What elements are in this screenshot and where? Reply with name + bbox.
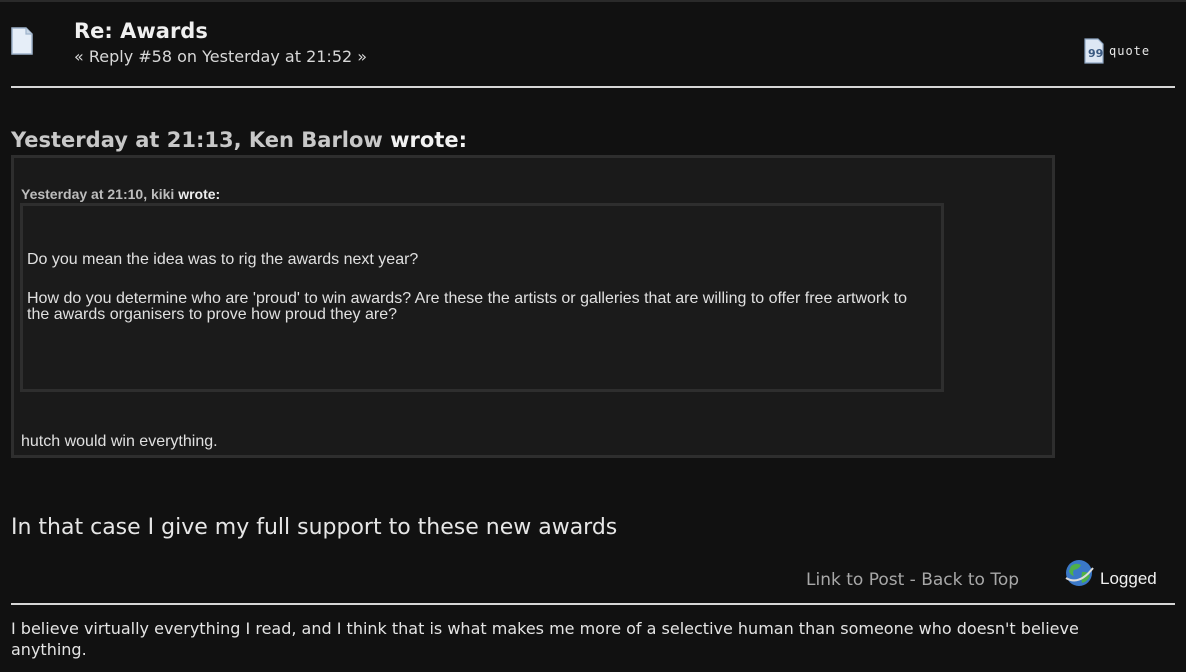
nested-quote-paragraph-1: Do you mean the idea was to rig the awar… [27,251,419,268]
quote-header: Yesterday at 21:13, Ken Barlow wrote: [11,128,467,152]
quote-label: quote [1109,44,1151,58]
nested-quote-block: Do you mean the idea was to rig the awar… [20,203,944,392]
link-to-post[interactable]: Link to Post [806,570,904,590]
quote-icon: 99 [1084,38,1104,64]
nested-quote-header: Yesterday at 21:10, kiki wrote: [21,186,220,202]
quote-block: Yesterday at 21:10, kiki wrote: Do you m… [11,155,1055,458]
nested-quote-paragraph-2: How do you determine who are 'proud' to … [27,290,908,323]
signature: I believe virtually everything I read, a… [11,619,1079,659]
reply-info: « Reply #58 on Yesterday at 21:52 » [74,47,368,66]
back-to-top-link[interactable]: Back to Top [921,570,1019,590]
signature-divider [11,603,1175,605]
globe-icon [1065,560,1094,586]
svg-text:99: 99 [1088,47,1103,60]
post-footer-links: Link to Post - Back to Top [806,570,1019,590]
logged-status: Logged [1062,556,1157,590]
post-document-icon [11,27,33,55]
logged-label: Logged [1100,569,1157,588]
quote-wrote: wrote: [390,128,468,152]
top-divider [0,0,1186,2]
nested-quote-wrote: wrote: [178,186,221,202]
quote-button[interactable]: 99 quote [1083,37,1150,65]
post-subject[interactable]: Re: Awards [74,19,208,43]
quote-text: hutch would win everything. [21,433,218,450]
footer-separator: - [904,570,922,590]
post-body: In that case I give my full support to t… [11,515,618,540]
header-divider [11,86,1175,88]
nested-quote-author[interactable]: Yesterday at 21:10, kiki [21,186,174,202]
quote-author[interactable]: Yesterday at 21:13, Ken Barlow [11,128,383,152]
